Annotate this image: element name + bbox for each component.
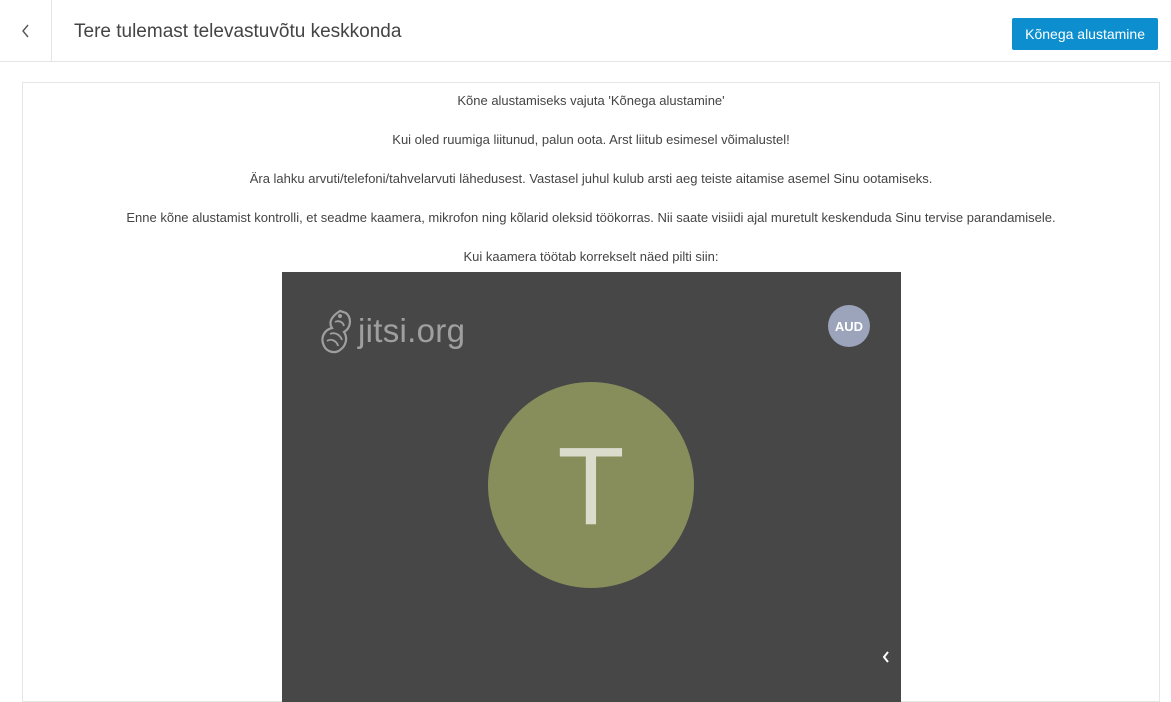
- page-title: Tere tulemast televastuvõtu keskkonda: [74, 21, 402, 42]
- audio-badge: AUD: [828, 305, 870, 347]
- start-call-button[interactable]: Kõnega alustamine: [1012, 18, 1158, 50]
- instruction-camera-preview: Kui kaamera töötab korrekselt näed pilti…: [463, 249, 719, 264]
- avatar-initial: T: [557, 425, 625, 548]
- toolbar-toggle-button[interactable]: [876, 646, 896, 668]
- instruction-start-call: Kõne alustamiseks vajuta 'Kõnega alustam…: [457, 93, 725, 108]
- header-bar: Tere tulemast televastuvõtu keskkonda Kõ…: [0, 0, 1171, 62]
- jitsi-watermark: jitsi.org: [318, 308, 465, 354]
- watermark-text: jitsi.org: [358, 312, 466, 349]
- back-button[interactable]: [0, 0, 52, 62]
- video-preview[interactable]: jitsi.org AUD T: [282, 272, 901, 702]
- instructions: Kõne alustamiseks vajuta 'Kõnega alustam…: [23, 92, 1159, 287]
- instruction-stay-nearby: Ära lahku arvuti/telefoni/tahvelarvuti l…: [249, 171, 933, 186]
- jitsi-logo-icon: [321, 309, 351, 354]
- avatar: T: [488, 382, 694, 588]
- instruction-wait: Kui oled ruumiga liitunud, palun oota. A…: [392, 132, 790, 147]
- chevron-left-icon: [21, 24, 29, 38]
- chevron-left-icon: [882, 651, 889, 663]
- content-card: Kõne alustamiseks vajuta 'Kõnega alustam…: [22, 82, 1160, 702]
- instruction-check-devices: Enne kõne alustamist kontrolli, et seadm…: [126, 210, 1056, 225]
